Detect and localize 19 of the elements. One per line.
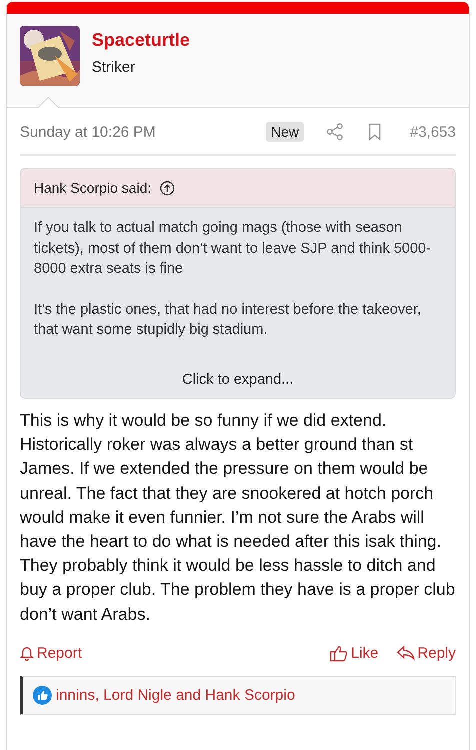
quote-paragraph: If you talk to actual match going mags (those with season tickets), most of them don’t want to leave SJP and think 5000-8000 extra seats is fine <box>34 219 432 279</box>
bell-icon <box>20 646 34 661</box>
username[interactable]: Spaceturtle <box>92 30 190 51</box>
quote-attribution[interactable]: Hank Scorpio said: <box>34 180 152 196</box>
like-link[interactable]: Like <box>330 644 379 662</box>
thumbs-up-icon <box>330 644 348 662</box>
post-number[interactable]: #3,653 <box>410 124 456 140</box>
report-link[interactable]: Report <box>20 644 82 662</box>
quote-paragraph: It’s the plastic ones, that had no interest before the takeover, that want some stupidly big stadium. <box>34 300 422 340</box>
post-date[interactable]: Sunday at 10:26 PM <box>20 124 266 140</box>
reactions-text[interactable]: innins, Lord Nigle and Hank Scorpio <box>56 686 296 704</box>
user-title: Striker <box>92 59 136 76</box>
arrow-up-icon[interactable] <box>160 180 175 196</box>
new-label: New <box>266 122 304 142</box>
reply-icon <box>396 645 415 662</box>
share-icon[interactable] <box>326 123 344 141</box>
reply-link[interactable]: Reply <box>396 644 456 662</box>
like-reaction-icon <box>33 686 52 705</box>
post-text: This is why it would be so funny if we did extend. Historically roker was always a better ground than st James. If we extended the pressure on them would be unreal. The fact that they are snookered at hotch porch would make it even funnier. I’m not sure the Arabs will have the heart to do what is needed after this isak thing. They probably think it would be less hassle to ditch and buy a proper club. The problem they have is a proper club don’t want Arabs. <box>20 410 456 626</box>
